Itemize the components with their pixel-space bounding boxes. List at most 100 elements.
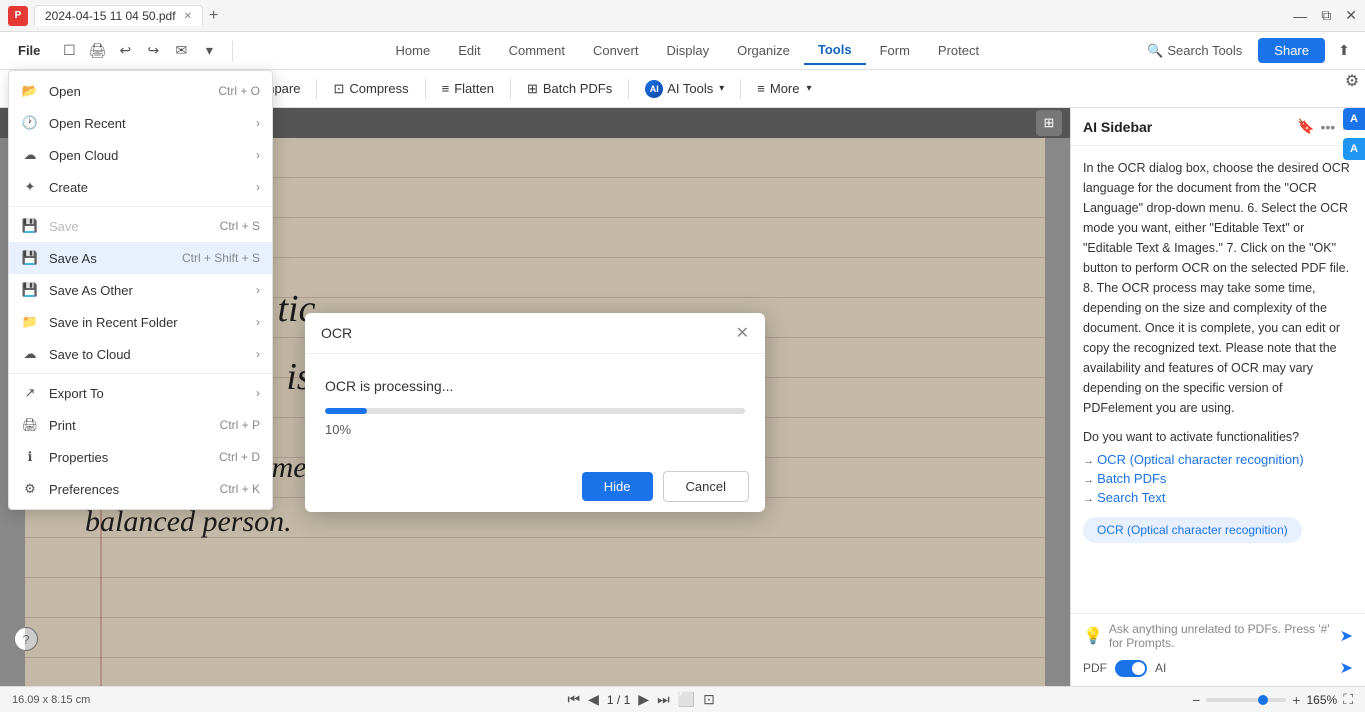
send-button-icon[interactable]: ➤ — [1340, 658, 1353, 678]
zoom-slider[interactable] — [1206, 698, 1286, 702]
menu-item-save-to-cloud[interactable]: ☁ Save to Cloud › — [9, 338, 272, 370]
tab-edit[interactable]: Edit — [444, 37, 494, 64]
ocr-hide-button[interactable]: Hide — [582, 472, 653, 501]
title-bar-left: P 2024-04-15 11 04 50.pdf ✕ + — [8, 5, 1285, 26]
print-menu-icon: 🖨 — [21, 416, 39, 434]
ai-shortcut-icon-2[interactable]: A — [1343, 138, 1365, 160]
flatten-label: Flatten — [454, 81, 494, 96]
compress-label: Compress — [349, 81, 408, 96]
lightbulb-icon: 💡 — [1083, 626, 1103, 646]
save-icon: 💾 — [21, 217, 39, 235]
tab-tools[interactable]: Tools — [804, 36, 866, 65]
more-button[interactable]: ≡ More ▾ — [747, 77, 821, 100]
menu-item-preferences[interactable]: ⚙ Preferences Ctrl + K — [9, 473, 272, 505]
export-to-arrow: › — [256, 386, 260, 400]
ai-link-ocr: → OCR (Optical character recognition) — [1083, 452, 1353, 467]
ai-sidebar-more-icon[interactable]: ••• — [1321, 119, 1336, 135]
fullscreen-button[interactable]: ⛶ — [1343, 691, 1353, 708]
tab-comment[interactable]: Comment — [495, 37, 579, 64]
undo-icon[interactable]: ↩ — [112, 38, 138, 64]
open-shortcut: Ctrl + O — [218, 84, 260, 98]
zoom-in-button[interactable]: + — [1292, 692, 1300, 708]
zoom-controls: − + 165% ⛶ — [1192, 691, 1353, 708]
zoom-level: 165% — [1306, 693, 1337, 707]
tab-home[interactable]: Home — [382, 37, 445, 64]
menu-item-open-cloud[interactable]: ☁ Open Cloud › — [9, 139, 272, 171]
compress-button[interactable]: ⊡ Compress — [323, 77, 418, 101]
next-page-button[interactable]: ▶ — [638, 691, 649, 708]
ai-sidebar-bookmark-icon[interactable]: 🔖 — [1297, 118, 1314, 135]
menu-item-open-recent[interactable]: 🕐 Open Recent › — [9, 107, 272, 139]
tab-display[interactable]: Display — [652, 37, 723, 64]
tab-label: 2024-04-15 11 04 50.pdf — [45, 9, 176, 23]
ocr-link[interactable]: OCR (Optical character recognition) — [1097, 452, 1304, 467]
app-logo: P — [8, 6, 28, 26]
minimize-button[interactable]: — — [1293, 8, 1307, 24]
batch-pdfs-link[interactable]: Batch PDFs — [1097, 471, 1166, 486]
ai-suggested-ocr-button[interactable]: OCR (Optical character recognition) — [1083, 517, 1302, 543]
ocr-toggle-icon[interactable]: ⊞ — [1036, 110, 1062, 136]
save-to-cloud-icon: ☁ — [21, 345, 39, 363]
tab-form[interactable]: Form — [866, 37, 924, 64]
batch-pdfs-button[interactable]: ⊞ Batch PDFs — [517, 77, 622, 101]
first-page-button[interactable]: ⏮ — [568, 691, 581, 708]
toolbar-icons: ☐ 🖨 ↩ ↪ ✉ ▾ — [56, 38, 222, 64]
ai-sidebar-header: AI Sidebar 🔖 ••• ✕ — [1071, 108, 1365, 146]
zoom-out-button[interactable]: − — [1192, 692, 1200, 708]
restore-button[interactable]: ⧉ — [1321, 7, 1331, 24]
menu-item-open[interactable]: 📂 Open Ctrl + O — [9, 75, 272, 107]
menu-item-save-in-recent[interactable]: 📁 Save in Recent Folder › — [9, 306, 272, 338]
menu-item-print[interactable]: 🖨 Print Ctrl + P — [9, 409, 272, 441]
menu-item-save: 💾 Save Ctrl + S — [9, 210, 272, 242]
ai-shortcut-icon[interactable]: A — [1343, 108, 1365, 130]
menu-item-create[interactable]: ✦ Create › — [9, 171, 272, 203]
pdf-ai-toggle[interactable] — [1115, 660, 1147, 677]
dropdown-icon[interactable]: ▾ — [196, 38, 222, 64]
ocr-cancel-button[interactable]: Cancel — [663, 471, 749, 502]
prev-page-button[interactable]: ◀ — [588, 691, 599, 708]
search-text-link[interactable]: Search Text — [1097, 490, 1165, 505]
ocr-processing-text: OCR is processing... — [325, 378, 745, 394]
tab-protect[interactable]: Protect — [924, 37, 993, 64]
file-menu-dropdown: 📂 Open Ctrl + O 🕐 Open Recent › ☁ Open C… — [8, 70, 273, 510]
share-button[interactable]: Share — [1258, 38, 1325, 63]
ai-send-icon[interactable]: ➤ — [1340, 626, 1353, 646]
page-info: 1 / 1 — [607, 693, 630, 707]
window-controls: — ⧉ ✕ — [1293, 7, 1357, 24]
file-menu-button[interactable]: File — [8, 39, 50, 62]
flatten-button[interactable]: ≡ Flatten — [432, 77, 504, 100]
ai-footer-toggles: PDF AI ➤ — [1083, 658, 1353, 678]
fit-page-button[interactable]: ⬜ — [678, 691, 695, 708]
tab-convert[interactable]: Convert — [579, 37, 653, 64]
new-tab-button[interactable]: + — [209, 7, 218, 25]
batch-pdfs-icon: ⊞ — [527, 81, 538, 97]
menu-item-save-as-other[interactable]: 💾 Save As Other › — [9, 274, 272, 306]
last-page-button[interactable]: ⏭ — [657, 691, 670, 708]
menu-item-export-to[interactable]: ↗ Export To › — [9, 377, 272, 409]
email-icon[interactable]: ✉ — [168, 38, 194, 64]
redo-icon[interactable]: ↪ — [140, 38, 166, 64]
save-shortcut: Ctrl + S — [220, 219, 260, 233]
tab-close-btn[interactable]: ✕ — [184, 11, 192, 22]
open-recent-arrow: › — [256, 116, 260, 130]
new-icon[interactable]: ☐ — [56, 38, 82, 64]
upload-button[interactable]: ⬆ — [1331, 38, 1357, 64]
search-tools-button[interactable]: 🔍 Search Tools — [1137, 39, 1252, 63]
ai-tools-button[interactable]: AI AI Tools ▾ — [635, 76, 734, 102]
print-icon[interactable]: 🖨 — [84, 38, 110, 64]
ocr-dialog-close-button[interactable]: ✕ — [736, 323, 749, 343]
search-tools-label: Search Tools — [1167, 43, 1242, 58]
menu-item-properties[interactable]: ℹ Properties Ctrl + D — [9, 441, 272, 473]
zoom-slider-thumb[interactable] — [1258, 695, 1268, 705]
menu-bar: File ☐ 🖨 ↩ ↪ ✉ ▾ Home Edit Comment Conve… — [0, 32, 1365, 70]
fit-width-button[interactable]: ⊡ — [703, 691, 715, 708]
export-to-icon: ↗ — [21, 384, 39, 402]
tab-organize[interactable]: Organize — [723, 37, 804, 64]
file-menu-sep-1 — [9, 206, 272, 207]
menu-right: 🔍 Search Tools Share ⬆ — [1137, 38, 1357, 64]
compress-icon: ⊡ — [333, 81, 344, 97]
tab-item[interactable]: 2024-04-15 11 04 50.pdf ✕ — [34, 5, 203, 26]
close-button[interactable]: ✕ — [1345, 7, 1357, 24]
menu-item-save-as[interactable]: 💾 Save As Ctrl + Shift + S — [9, 242, 272, 274]
ai-sidebar-title: AI Sidebar — [1083, 119, 1152, 135]
